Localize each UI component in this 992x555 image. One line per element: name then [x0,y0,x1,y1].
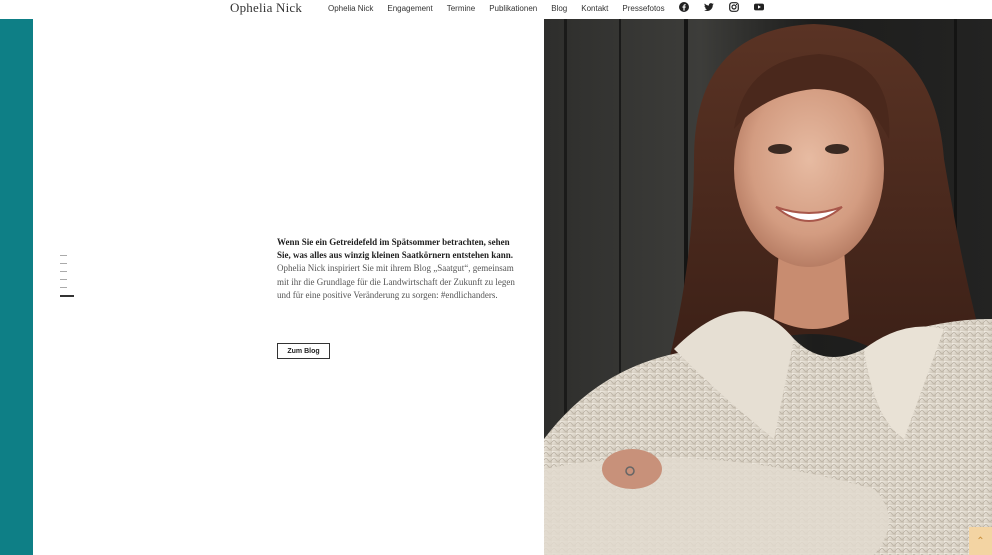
top-navigation-bar: Ophelia Nick Ophelia Nick Engagement Ter… [0,0,992,19]
youtube-icon[interactable] [754,2,764,12]
slide-indicator[interactable] [60,287,67,288]
accent-strip [0,19,33,555]
slide-indicator[interactable] [60,263,67,264]
nav-item-engagement[interactable]: Engagement [387,1,432,16]
slide-indicators [60,255,74,304]
slide-indicator[interactable] [60,279,67,280]
slide-indicator[interactable] [60,271,67,272]
portrait-photo [544,19,992,555]
brand-logo[interactable]: Ophelia Nick [230,0,302,19]
intro-body: Ophelia Nick inspiriert Sie mit ihrem Bl… [277,263,515,300]
nav-item-termine[interactable]: Termine [447,1,475,16]
main-nav: Ophelia Nick Engagement Termine Publikat… [328,0,679,17]
nav-item-pressefotos[interactable]: Pressefotos [622,1,664,16]
nav-item-blog[interactable]: Blog [551,1,567,16]
slide-indicator[interactable] [60,255,67,256]
nav-item-kontakt[interactable]: Kontakt [581,1,608,16]
instagram-icon[interactable] [729,2,739,12]
nav-item-publikationen[interactable]: Publikationen [489,1,537,16]
nav-item-ophelia-nick[interactable]: Ophelia Nick [328,1,373,16]
slide-indicator-active[interactable] [60,295,74,297]
social-links [679,2,779,12]
scroll-to-top-button[interactable]: ⌃ [969,527,992,555]
twitter-icon[interactable] [704,2,714,12]
facebook-icon[interactable] [679,2,689,12]
intro-text: Wenn Sie ein Getreidefeld im Spätsommer … [277,236,522,302]
chevron-up-icon: ⌃ [976,535,985,547]
blog-button[interactable]: Zum Blog [277,343,330,359]
intro-lead: Wenn Sie ein Getreidefeld im Spätsommer … [277,237,514,261]
